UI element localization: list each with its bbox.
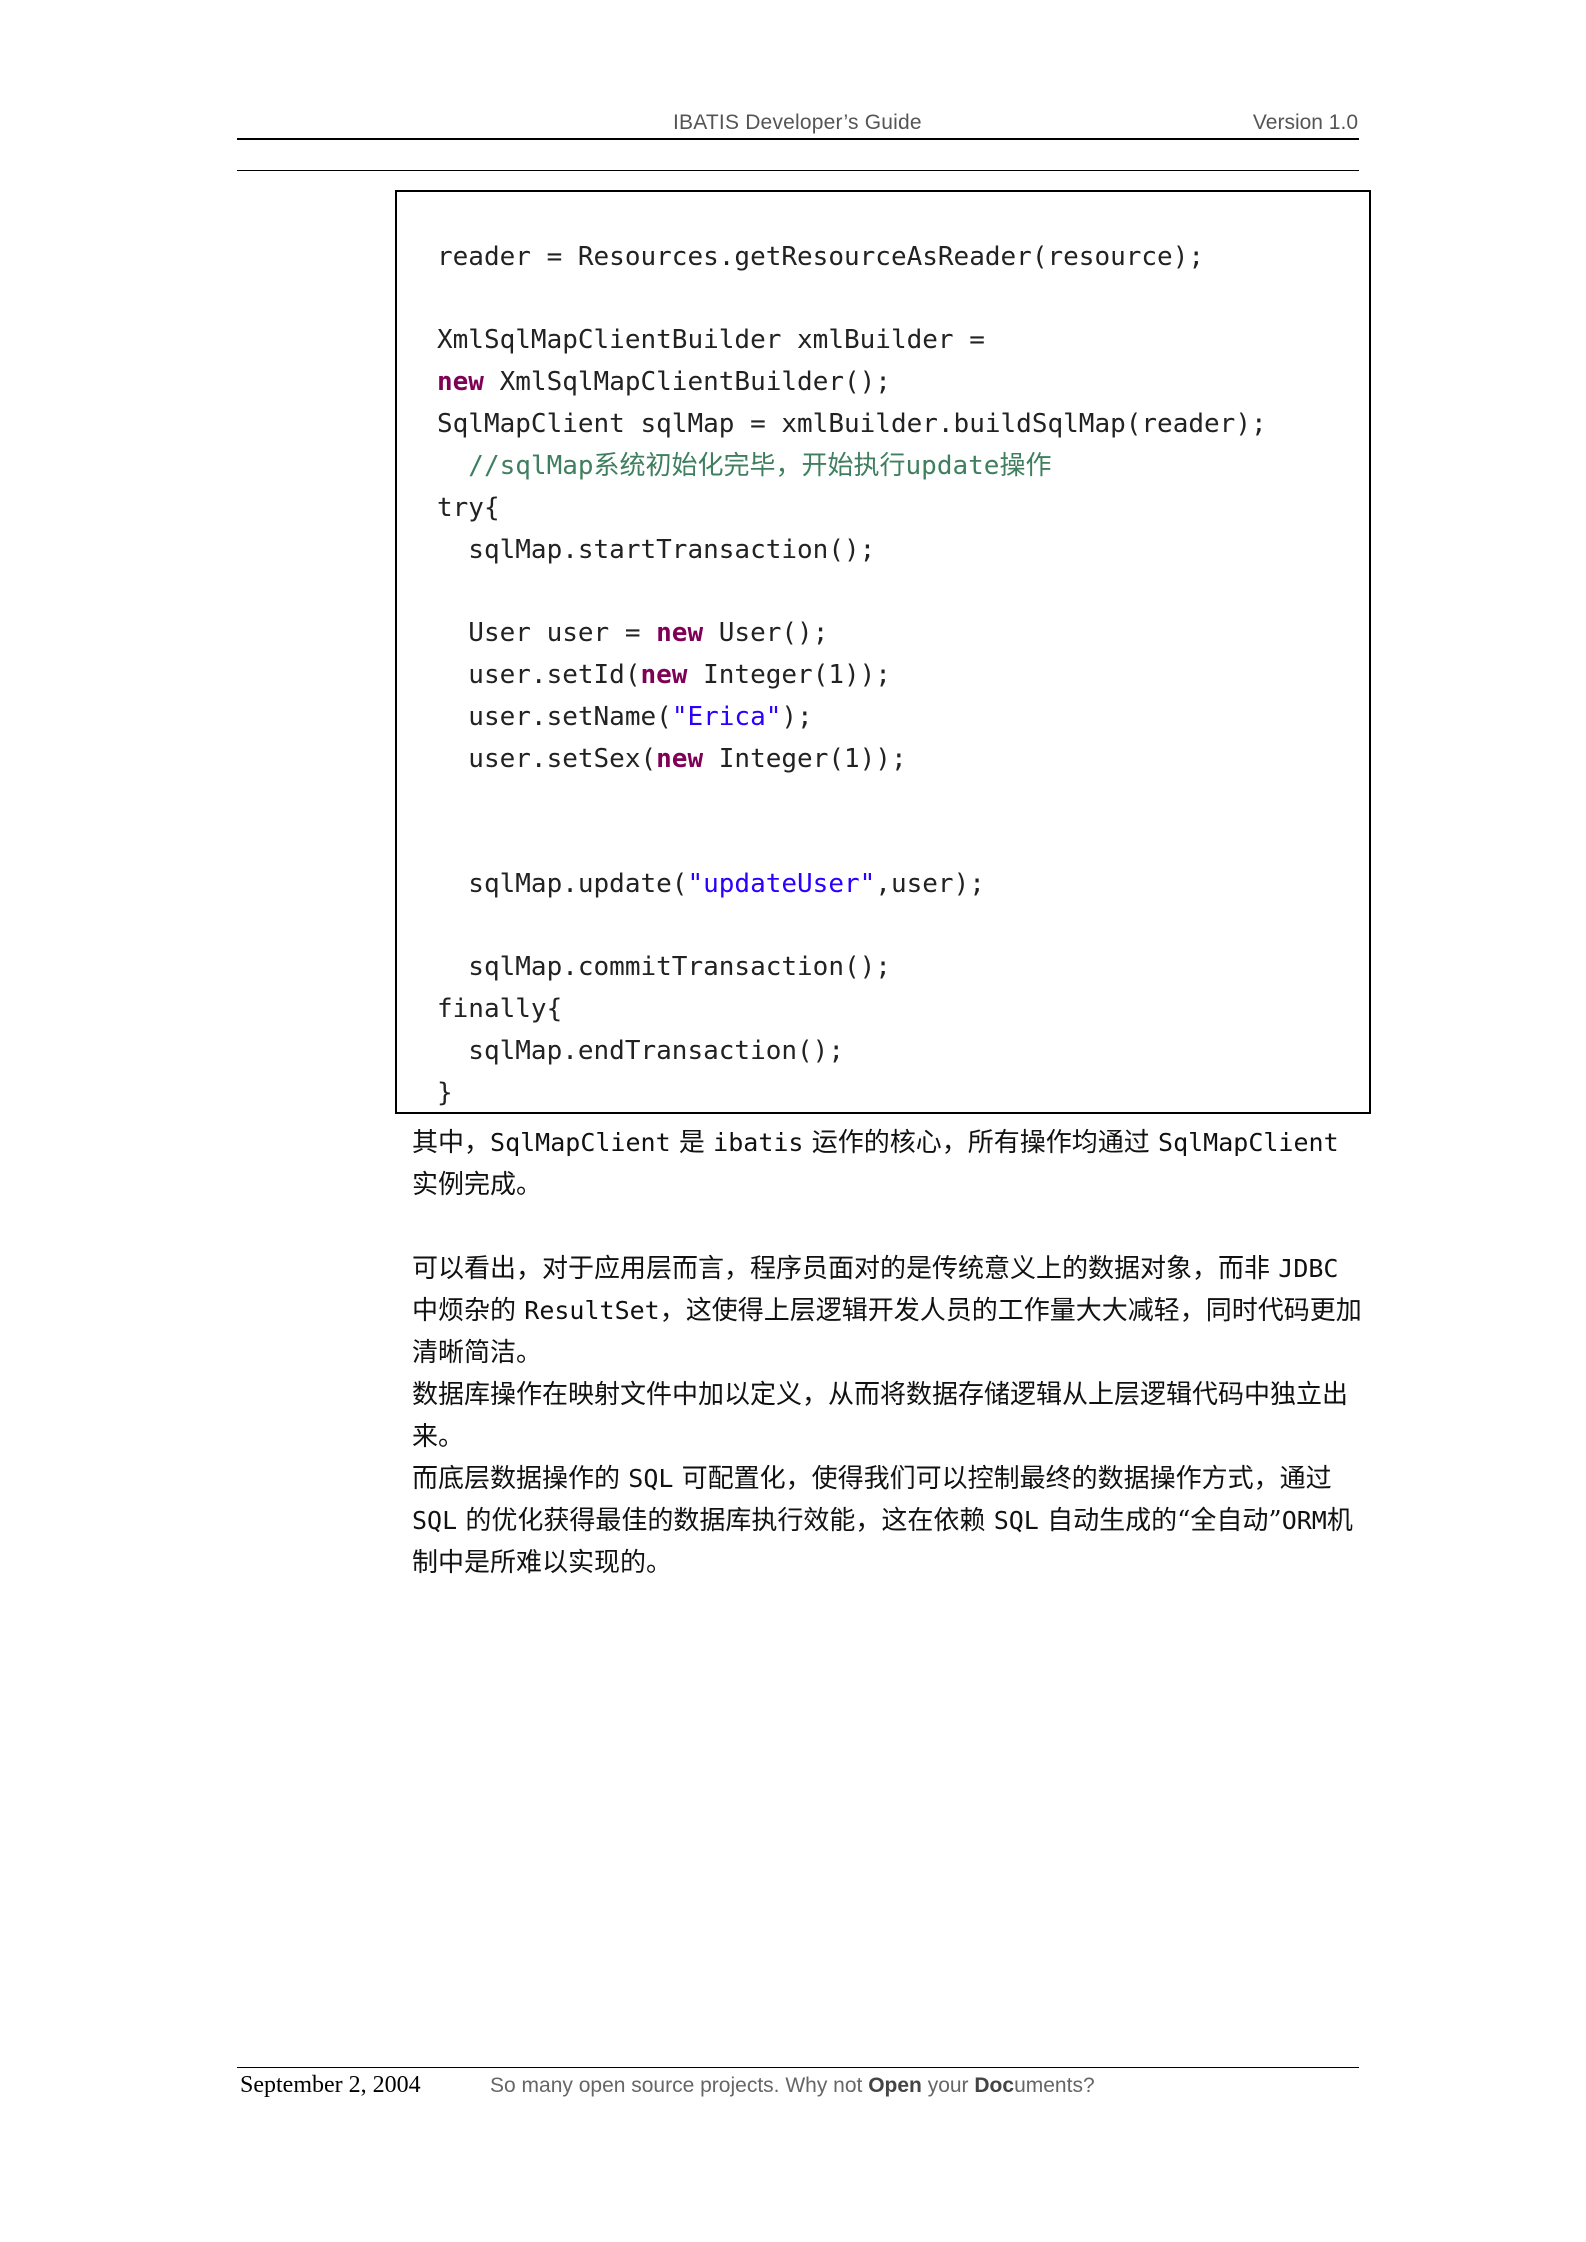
string-literal: "updateUser" [687,869,876,899]
string-literal: "Erica" [671,702,782,732]
text: 运作的核心，所有操作均通过 [803,1128,1159,1158]
inline-code: JDBC [1278,1254,1339,1283]
code-line-close-brace: } [437,1078,453,1108]
code-block: reader = Resources.getResourceAsReader(r… [395,190,1371,1114]
inline-code: SQL [412,1506,458,1535]
text: 自动生成的“全自动” [1038,1506,1282,1536]
header-version: Version 1.0 [1252,111,1358,134]
paragraph-mapping-file: 数据库操作在映射文件中加以定义，从而将数据存储逻辑从上层逻辑代码中独立出来。 [412,1380,1349,1452]
keyword-new: new [640,660,688,690]
slogan-bold: Open [868,2074,922,2097]
code-text: user.setSex( [437,744,657,774]
text: 中烦杂的 [412,1296,525,1326]
header-title: IBATIS Developer’s Guide [673,111,922,134]
inline-code: SqlMapClient [1158,1128,1339,1157]
keyword-new: new [656,618,704,648]
inline-code: SqlMapClient [490,1128,671,1157]
code-line-set-sex: user.setSex(new Integer(1)); [437,744,907,774]
header-rule-bottom [237,170,1359,171]
code-line-finally: finally{ [437,994,563,1024]
slogan-text: your [921,2074,975,2097]
text: 可配置化，使得我们可以控制最终的数据操作方式，通过 [673,1464,1332,1494]
code-text: User(); [703,618,829,648]
slogan-bold: Doc [974,2074,1015,2097]
text: 实例完成。 [412,1170,543,1200]
code-line-commit: sqlMap.commitTransaction(); [437,952,891,982]
code-line-new-user: User user = new User(); [437,618,828,648]
text: 其中， [412,1128,491,1158]
paragraph-application-layer: 可以看出，对于应用层而言，程序员面对的是传统意义上的数据对象，而非 JDBC 中烦… [412,1248,1362,1374]
code-text: Integer(1)); [703,744,907,774]
inline-code: ibatis [713,1128,804,1157]
code-line-end-transaction: sqlMap.endTransaction(); [437,1036,844,1066]
text: 而底层数据操作的 [412,1464,629,1494]
slogan-text: So many open source projects. Why not [490,2074,869,2097]
code-text: Integer(1)); [687,660,891,690]
code-line-try: try{ [437,493,500,523]
code-line-4: SqlMapClient sqlMap = xmlBuilder.buildSq… [437,409,1267,439]
code-comment: //sqlMap系统初始化完毕，开始执行update操作 [437,451,1052,481]
text: 可以看出，对于应用层而言，程序员面对的是传统意义上的数据对象，而非 [412,1254,1279,1284]
inline-code: ResultSet [524,1296,660,1325]
paragraph-sql-config: 而底层数据操作的 SQL 可配置化，使得我们可以控制最终的数据操作方式，通过SQ… [412,1458,1362,1584]
footer-slogan: So many open source projects. Why not Op… [490,2074,1095,2098]
code-line-update: sqlMap.update("updateUser",user); [437,869,985,899]
text: 的优化获得最佳的数据库执行效能，这在依赖 [457,1506,994,1536]
code-line-1: reader = Resources.getResourceAsReader(r… [437,242,1205,272]
code-text: user.setName( [437,702,672,732]
footer-date: September 2, 2004 [240,2072,421,2098]
code-text: User user = [437,618,657,648]
keyword-new: new [437,367,484,397]
code-text: sqlMap.update( [437,869,688,899]
slogan-text: uments? [1014,2074,1095,2097]
code-line-start-transaction: sqlMap.startTransaction(); [437,535,876,565]
code-text: user.setId( [437,660,641,690]
header-rule-top [237,138,1359,140]
paragraph-sqlmapclient: 其中，SqlMapClient 是 ibatis 运作的核心，所有操作均通过 S… [412,1122,1362,1206]
inline-code: SQL [628,1464,674,1493]
code-text: ); [781,702,813,732]
code-line-3: new XmlSqlMapClientBuilder(); [437,367,891,397]
text: 是 [670,1128,714,1158]
code-text: XmlSqlMapClientBuilder(); [483,367,891,397]
code-line-set-name: user.setName("Erica"); [437,702,813,732]
code-text: ,user); [875,869,985,899]
footer-rule [237,2067,1359,2068]
inline-code: SQL [993,1506,1039,1535]
keyword-new: new [656,744,704,774]
code-line-set-id: user.setId(new Integer(1)); [437,660,891,690]
code-line-2: XmlSqlMapClientBuilder xmlBuilder = [437,325,985,355]
inline-code: ORM [1281,1506,1327,1535]
